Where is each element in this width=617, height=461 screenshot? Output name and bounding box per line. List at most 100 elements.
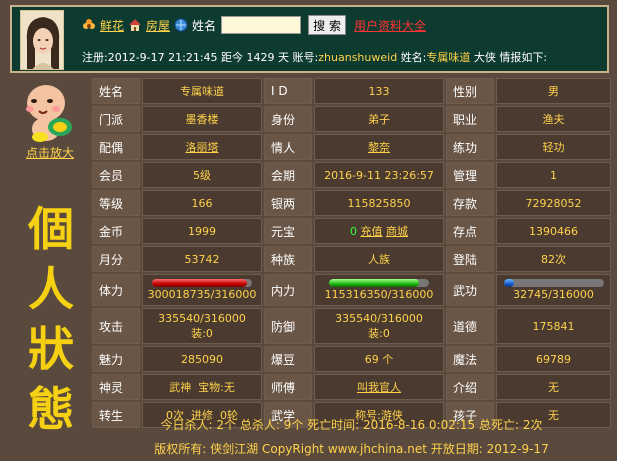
search-name-input[interactable] xyxy=(221,16,302,34)
personal-status-banner: 個 人 狀 態 xyxy=(10,170,90,461)
master-link[interactable]: 叫我官人 xyxy=(357,381,401,394)
id-value: 133 xyxy=(314,78,444,104)
wu-bar-fill xyxy=(503,279,514,287)
reg-label: 注册: xyxy=(82,51,108,64)
hp-cell: 300018735/316000 xyxy=(142,274,262,306)
silver-value: 115825850 xyxy=(314,190,444,216)
hp-label: 体力 xyxy=(92,274,140,306)
table-row: 配偶 洛丽塔 情人 黎奈 练功 轻功 xyxy=(92,134,611,160)
identity-value: 弟子 xyxy=(314,106,444,132)
name-value: 专属味道 xyxy=(142,78,262,104)
flower-link[interactable]: 鲜花 xyxy=(100,17,124,34)
wu-value: 32745/316000 xyxy=(513,288,594,301)
table-row: 等级 166 银两 115825850 存款 72928052 xyxy=(92,190,611,216)
intro-label: 介绍 xyxy=(446,374,494,400)
info-suffix: 情报如下: xyxy=(499,51,548,64)
enlarge-link[interactable]: 点击放大 xyxy=(10,144,90,161)
mp-bar xyxy=(329,279,429,287)
job-value: 渔夫 xyxy=(496,106,611,132)
attack-label: 攻击 xyxy=(92,308,140,344)
name-value: 专属味道 xyxy=(426,51,471,64)
sect-value: 墨香楼 xyxy=(142,106,262,132)
level-label: 等级 xyxy=(92,190,140,216)
intro-value: 无 xyxy=(496,374,611,400)
baby-avatar-icon[interactable] xyxy=(20,81,80,143)
left-column: 点击放大 個 人 狀 態 xyxy=(10,76,90,461)
silver-label: 银两 xyxy=(264,190,312,216)
lover-link[interactable]: 黎奈 xyxy=(368,141,390,154)
charm-label: 魅力 xyxy=(92,346,140,372)
stats-table: 姓名 专属味道 I D 133 性别 男 门派 墨香楼 身份 弟子 职业 渔夫 … xyxy=(90,76,613,430)
table-row: 金币 1999 元宝 0 充值 商城 存点 1390466 xyxy=(92,218,611,244)
master-label: 师傅 xyxy=(264,374,312,400)
points-value: 1390466 xyxy=(496,218,611,244)
spirit-value: 武神 xyxy=(169,381,192,394)
spouse-label: 配偶 xyxy=(92,134,140,160)
manage-value: 1 xyxy=(496,162,611,188)
morality-label: 道德 xyxy=(446,308,494,344)
table-row: 姓名 专属味道 I D 133 性别 男 xyxy=(92,78,611,104)
user-avatar[interactable] xyxy=(20,10,64,70)
mp-label: 内力 xyxy=(264,274,312,306)
member-value: 5级 xyxy=(142,162,262,188)
level-value: 166 xyxy=(142,190,262,216)
hp-value: 300018735/316000 xyxy=(147,288,257,301)
shop-link[interactable]: 商城 xyxy=(386,225,408,238)
hp-bar xyxy=(152,279,252,287)
wu-cell: 32745/316000 xyxy=(496,274,611,306)
globe-search-icon xyxy=(174,18,188,32)
defense-cell: 335540/316000 装:0 xyxy=(314,308,444,344)
name-label: 姓名 xyxy=(92,78,140,104)
registration-info: 注册:2012-9-17 21:21:45 距今 1429 天 账号:zhuan… xyxy=(82,49,547,65)
race-label: 种族 xyxy=(264,246,312,272)
days-value: 1429 xyxy=(246,51,275,64)
attack-cell: 335540/316000 装:0 xyxy=(142,308,262,344)
mp-cell: 115316350/316000 xyxy=(314,274,444,306)
lover-cell: 黎奈 xyxy=(314,134,444,160)
job-label: 职业 xyxy=(446,106,494,132)
yuanbao-cell: 0 充值 商城 xyxy=(314,218,444,244)
charm-value: 285090 xyxy=(142,346,262,372)
login-label: 登陆 xyxy=(446,246,494,272)
spouse-cell: 洛丽塔 xyxy=(142,134,262,160)
gold-label: 金币 xyxy=(92,218,140,244)
account-value: zhuanshuweid xyxy=(318,51,398,64)
kill-stats-line: 今日杀人: 2个 总杀人: 9个 死亡时间: 2016-8-16 0:02:15… xyxy=(160,418,543,432)
copyright-line: 版权所有: 侠剑江湖 CopyRight www.jhchina.net 开放日… xyxy=(154,442,549,456)
wu-bar xyxy=(503,279,604,287)
practice-value: 轻功 xyxy=(496,134,611,160)
user-directory-link[interactable]: 用户资料大全 xyxy=(354,17,426,34)
magic-label: 魔法 xyxy=(446,346,494,372)
practice-label: 练功 xyxy=(446,134,494,160)
attack-value: 335540/316000 xyxy=(158,311,246,325)
defense-label: 防御 xyxy=(264,308,312,344)
table-row: 体力 300018735/316000 内力 115316350/316000 … xyxy=(92,274,611,306)
flower-icon xyxy=(82,18,96,32)
account-label: 账号: xyxy=(292,51,319,64)
table-row: 攻击 335540/316000 装:0 防御 335540/316000 装:… xyxy=(92,308,611,344)
table-row: 门派 墨香楼 身份 弟子 职业 渔夫 xyxy=(92,106,611,132)
yuanbao-value: 0 xyxy=(350,225,357,238)
expire-label: 会期 xyxy=(264,162,312,188)
lover-label: 情人 xyxy=(264,134,312,160)
attack-equip: 装:0 xyxy=(191,326,213,340)
house-link[interactable]: 房屋 xyxy=(146,17,170,34)
status-char-2: 人 xyxy=(28,262,74,316)
header-links: 鲜花 房屋 姓名 搜 索 用户资料大全 xyxy=(82,14,426,36)
table-row: 神灵 武神 宝物:无 师傅 叫我官人 介绍 无 xyxy=(92,374,611,400)
id-label: I D xyxy=(264,78,312,104)
member-label: 会员 xyxy=(92,162,140,188)
search-name-label: 姓名 xyxy=(192,18,217,33)
spouse-link[interactable]: 洛丽塔 xyxy=(186,141,219,154)
month-label: 月分 xyxy=(92,246,140,272)
master-cell: 叫我官人 xyxy=(314,374,444,400)
search-button[interactable]: 搜 索 xyxy=(308,15,347,35)
magic-value: 69789 xyxy=(496,346,611,372)
table-row: 魅力 285090 爆豆 69 个 魔法 69789 xyxy=(92,346,611,372)
defense-equip: 装:0 xyxy=(368,326,390,340)
reg-time: 2012-9-17 21:21:45 xyxy=(107,51,218,64)
status-char-4: 態 xyxy=(28,382,74,436)
recharge-link[interactable]: 充值 xyxy=(361,225,383,238)
expire-value: 2016-9-11 23:26:57 xyxy=(314,162,444,188)
table-row: 月分 53742 种族 人族 登陆 82次 xyxy=(92,246,611,272)
